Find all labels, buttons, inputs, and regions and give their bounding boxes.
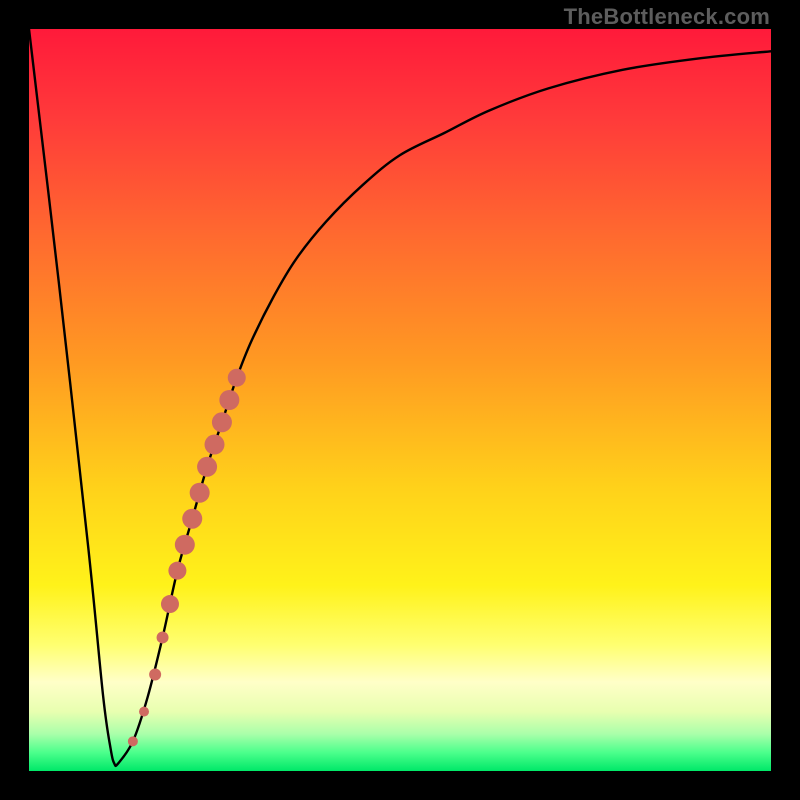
marker-point bbox=[190, 483, 210, 503]
marker-point bbox=[149, 669, 161, 681]
marker-point bbox=[157, 631, 169, 643]
plot-area bbox=[29, 29, 771, 771]
marker-point bbox=[219, 390, 239, 410]
marker-point bbox=[139, 707, 149, 717]
bottleneck-curve bbox=[29, 29, 771, 766]
marker-point bbox=[228, 369, 246, 387]
marker-point bbox=[168, 562, 186, 580]
marker-point bbox=[197, 457, 217, 477]
highlight-markers bbox=[128, 369, 246, 747]
marker-point bbox=[128, 736, 138, 746]
watermark-text: TheBottleneck.com bbox=[564, 4, 770, 30]
marker-point bbox=[205, 435, 225, 455]
marker-point bbox=[161, 595, 179, 613]
marker-point bbox=[182, 509, 202, 529]
marker-point bbox=[175, 535, 195, 555]
chart-frame: TheBottleneck.com bbox=[0, 0, 800, 800]
curve-layer bbox=[29, 29, 771, 771]
marker-point bbox=[212, 412, 232, 432]
